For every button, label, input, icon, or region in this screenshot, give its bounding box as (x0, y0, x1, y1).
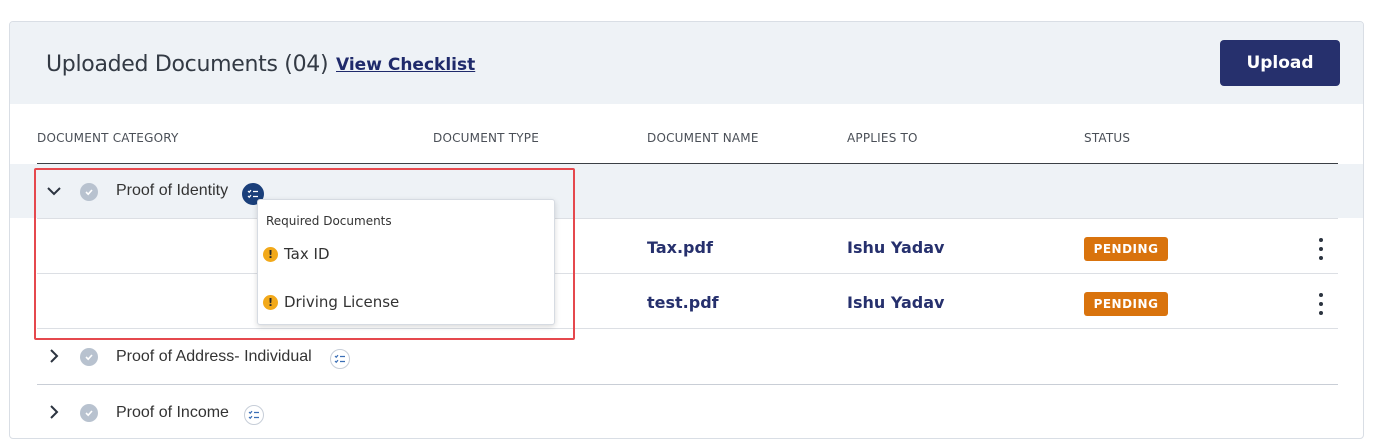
check-circle-icon (80, 183, 98, 201)
status-badge: PENDING (1084, 237, 1168, 261)
required-documents-popover: Required Documents ! Tax ID ! Driving Li… (257, 199, 555, 325)
page-title: Uploaded Documents (04) (46, 52, 329, 77)
warning-icon: ! (263, 246, 278, 262)
row-divider (37, 218, 1338, 219)
row-divider (37, 273, 1338, 274)
applies-to-value: Ishu Yadav (847, 293, 945, 312)
popover-title: Required Documents (266, 214, 392, 228)
document-name-link[interactable]: test.pdf (647, 293, 719, 312)
column-header-document-category: DOCUMENT CATEGORY (37, 131, 179, 145)
check-circle-icon (80, 348, 98, 366)
group-label: Proof of Address- Individual (116, 348, 312, 365)
column-header-applies-to: APPLIES TO (847, 131, 918, 145)
uploaded-documents-card: Uploaded Documents (04) View Checklist U… (9, 21, 1364, 439)
group-row-proof-of-address[interactable]: Proof of Address- Individual (10, 329, 1363, 383)
group-row-proof-of-income[interactable]: Proof of Income (10, 385, 1363, 438)
upload-button[interactable]: Upload (1220, 40, 1340, 86)
chevron-right-icon[interactable] (46, 348, 62, 364)
document-name-link[interactable]: Tax.pdf (647, 238, 713, 257)
column-header-document-name: DOCUMENT NAME (647, 131, 759, 145)
group-label: Proof of Income (116, 404, 229, 421)
check-circle-icon (80, 404, 98, 422)
applies-to-value: Ishu Yadav (847, 238, 945, 257)
group-label: Proof of Identity (116, 182, 229, 199)
status-badge: PENDING (1084, 292, 1168, 316)
chevron-right-icon[interactable] (46, 404, 62, 420)
required-document-item: ! Tax ID (263, 244, 330, 264)
row-menu-icon[interactable] (1315, 293, 1327, 315)
group-row-proof-of-identity[interactable]: Proof of Identity (10, 164, 1363, 218)
required-document-label: Tax ID (284, 245, 330, 263)
warning-icon: ! (263, 294, 278, 310)
checklist-icon[interactable] (330, 349, 350, 369)
row-menu-icon[interactable] (1315, 238, 1327, 260)
view-checklist-link[interactable]: View Checklist (336, 55, 475, 75)
required-document-label: Driving License (284, 293, 400, 311)
column-header-document-type: DOCUMENT TYPE (433, 131, 539, 145)
card-header: Uploaded Documents (04) View Checklist U… (10, 22, 1363, 104)
required-document-item: ! Driving License (263, 292, 399, 312)
chevron-down-icon[interactable] (46, 183, 62, 199)
checklist-icon[interactable] (244, 405, 264, 425)
column-header-status: STATUS (1084, 131, 1131, 145)
